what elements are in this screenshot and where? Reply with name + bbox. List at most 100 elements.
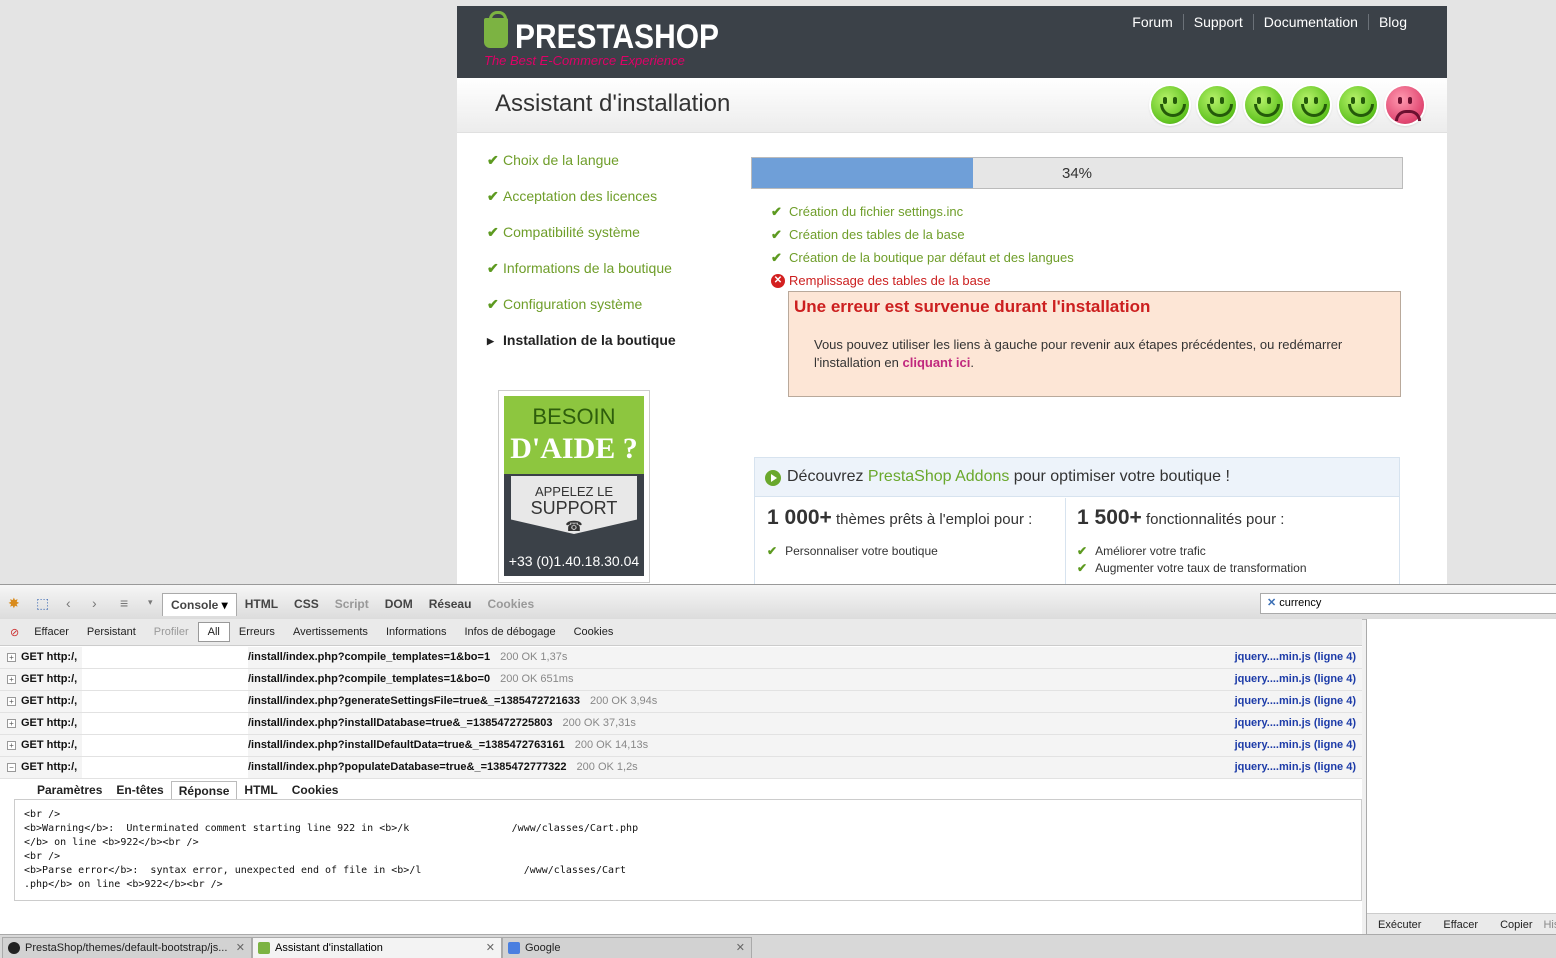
clear-search-icon[interactable]: ✕ [1267, 597, 1276, 609]
request-path: /install/index.php?populateDatabase=true… [248, 761, 567, 773]
copy-button[interactable]: Copier [1489, 919, 1543, 931]
step-item-configuration[interactable]: ✔ Configuration système [487, 296, 737, 332]
clear-console-icon[interactable]: ⊘ [0, 626, 25, 639]
redacted-host [82, 735, 248, 756]
progress-bar: 34% [751, 157, 1403, 189]
tab-css[interactable]: CSS [286, 593, 327, 616]
task-label: Création des tables de la base [789, 227, 965, 242]
request-status: 200 OK 1,2s [576, 761, 638, 773]
task-label: Remplissage des tables de la base [789, 273, 991, 288]
tab-reponse[interactable]: Réponse [170, 781, 238, 800]
nav-support-link[interactable]: Support [1182, 14, 1253, 30]
inspect-icon[interactable]: ⬚ [36, 595, 49, 612]
step-label: Choix de la langue [503, 152, 619, 168]
step-item-licences[interactable]: ✔ Acceptation des licences [487, 188, 737, 224]
tab-response-html[interactable]: HTML [237, 781, 284, 800]
back-arrow-icon[interactable]: ‹ [66, 595, 71, 611]
history-button[interactable]: His [1543, 919, 1556, 931]
filter-avertissements[interactable]: Avertissements [284, 623, 377, 641]
tab-html[interactable]: HTML [237, 593, 286, 616]
list-item-label: Améliorer votre trafic [1095, 544, 1206, 558]
tab-title: Assistant d'installation [275, 942, 383, 954]
request-row[interactable]: + GET http:/, /install/index.php?compile… [0, 669, 1362, 691]
request-source-link[interactable]: jquery....min.js (ligne 4) [1235, 647, 1356, 668]
close-tab-icon[interactable]: ✕ [736, 938, 745, 958]
filter-debogage[interactable]: Infos de débogage [455, 623, 564, 641]
expand-icon[interactable]: + [7, 675, 16, 684]
themes-text: thèmes prêts à l'emploi pour : [831, 511, 1033, 528]
filter-profiler[interactable]: Profiler [145, 623, 198, 641]
request-source-link[interactable]: jquery....min.js (ligne 4) [1235, 735, 1356, 756]
addons-themes-column: 1 000+ thèmes prêts à l'emploi pour : ✔ P… [767, 506, 1057, 558]
addons-link[interactable]: PrestaShop Addons [868, 468, 1009, 485]
dropdown-icon[interactable]: ▾ [148, 597, 153, 608]
expand-icon[interactable]: + [7, 653, 16, 662]
request-row[interactable]: + GET http:/, /install/index.php?compile… [0, 647, 1362, 669]
step-item-langue[interactable]: ✔ Choix de la langue [487, 152, 737, 188]
browser-tab-google[interactable]: Google ✕ [502, 937, 752, 958]
collapse-icon[interactable]: − [7, 763, 16, 772]
console-filter-bar: ⊘ Effacer Persistant Profiler All Erreur… [0, 619, 1362, 646]
happy-smiley-icon [1198, 86, 1236, 124]
filter-erreurs[interactable]: Erreurs [230, 623, 284, 641]
step-item-compatibilite[interactable]: ✔ Compatibilité système [487, 224, 737, 260]
command-editor-panel[interactable]: Exécuter Effacer Copier His [1366, 619, 1556, 936]
nav-forum-link[interactable]: Forum [1122, 14, 1182, 30]
help-banner[interactable]: BESOIN D'AIDE ? APPELEZ LE SUPPORT ☎ +33… [498, 390, 650, 583]
tab-parametres[interactable]: Paramètres [30, 781, 109, 800]
filter-informations[interactable]: Informations [377, 623, 456, 641]
request-method: GET http:/, [21, 717, 78, 729]
forward-arrow-icon[interactable]: › [92, 595, 97, 611]
help-phone: +33 (0)1.40.18.30.04 [508, 553, 640, 569]
tab-script[interactable]: Script [327, 593, 377, 616]
error-x-icon: ✕ [771, 273, 785, 288]
request-row[interactable]: + GET http:/, /install/index.php?install… [0, 713, 1362, 735]
redacted-host [82, 713, 248, 734]
tab-console[interactable]: Console ▾ [162, 593, 237, 616]
execute-button[interactable]: Exécuter [1367, 919, 1432, 931]
tab-title: Google [525, 942, 561, 954]
browser-tab-installer[interactable]: Assistant d'installation ✕ [252, 937, 502, 958]
expand-icon[interactable]: + [7, 697, 16, 706]
logo-tagline: The Best E-Commerce Experience [484, 53, 685, 68]
firebug-search-input[interactable]: ✕ currency [1260, 593, 1556, 614]
command-line-icon[interactable]: ≡ [120, 595, 128, 611]
request-row-expanded[interactable]: − GET http:/, /install/index.php?populat… [0, 757, 1362, 779]
close-tab-icon[interactable]: ✕ [486, 938, 495, 958]
filter-all[interactable]: All [197, 622, 230, 642]
nav-documentation-link[interactable]: Documentation [1252, 14, 1368, 30]
tab-cookies[interactable]: Cookies [479, 593, 542, 616]
response-body: <br /> <b>Warning</b>: Unterminated comm… [14, 799, 1362, 901]
close-tab-icon[interactable]: ✕ [236, 938, 245, 958]
filter-persistant[interactable]: Persistant [78, 623, 145, 641]
check-icon: ✔ [771, 226, 782, 242]
expand-icon[interactable]: + [7, 741, 16, 750]
tab-reseau[interactable]: Réseau [421, 593, 480, 616]
tab-response-cookies[interactable]: Cookies [285, 781, 346, 800]
browser-tab-github[interactable]: PrestaShop/themes/default-bootstrap/js..… [2, 937, 252, 958]
nav-blog-link[interactable]: Blog [1367, 14, 1417, 30]
filter-cookies[interactable]: Cookies [565, 623, 623, 641]
restart-install-link[interactable]: cliquant ici [902, 355, 970, 370]
request-path: /install/index.php?compile_templates=1&b… [248, 673, 491, 685]
request-url: /install/index.php?installDefaultData=tr… [248, 735, 648, 756]
request-url: /install/index.php?populateDatabase=true… [248, 757, 638, 778]
expand-icon[interactable]: + [7, 719, 16, 728]
request-row[interactable]: + GET http:/, /install/index.php?generat… [0, 691, 1362, 713]
request-source-link[interactable]: jquery....min.js (ligne 4) [1235, 757, 1356, 778]
logo-text[interactable]: PRESTASHOP [515, 18, 719, 57]
request-source-link[interactable]: jquery....min.js (ligne 4) [1235, 713, 1356, 734]
happy-smiley-icon [1339, 86, 1377, 124]
tab-dom[interactable]: DOM [377, 593, 421, 616]
check-icon: ✔ [767, 544, 778, 558]
request-source-link[interactable]: jquery....min.js (ligne 4) [1235, 669, 1356, 690]
prestashop-icon [258, 942, 270, 954]
request-row[interactable]: + GET http:/, /install/index.php?install… [0, 735, 1362, 757]
firebug-icon[interactable]: ✸ [8, 595, 20, 612]
filter-effacer[interactable]: Effacer [25, 623, 78, 641]
step-label: Installation de la boutique [503, 332, 676, 348]
tab-en-tetes[interactable]: En-têtes [109, 781, 170, 800]
step-item-informations[interactable]: ✔ Informations de la boutique [487, 260, 737, 296]
request-source-link[interactable]: jquery....min.js (ligne 4) [1235, 691, 1356, 712]
clear-button[interactable]: Effacer [1432, 919, 1489, 931]
